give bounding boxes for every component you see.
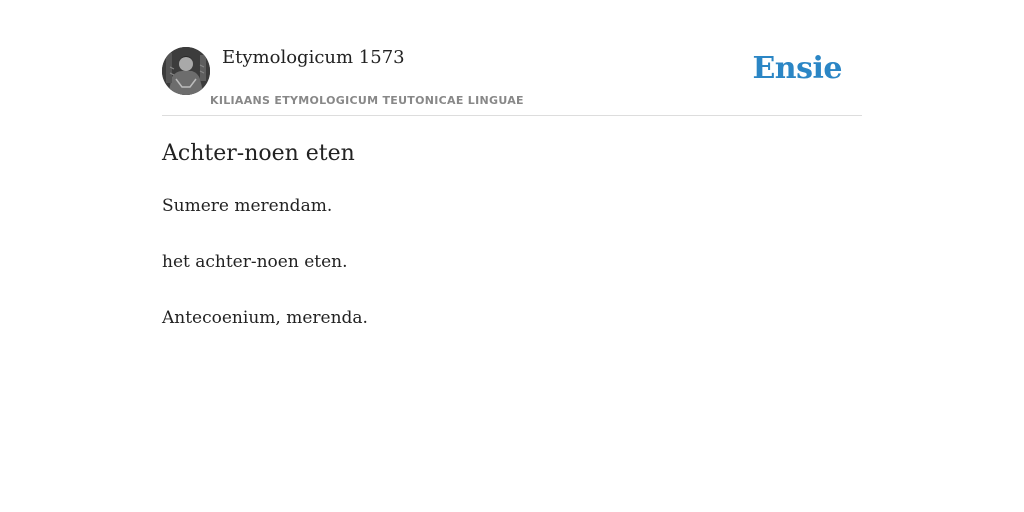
portrait-engraving-icon	[162, 47, 210, 95]
definition-line: Antecoenium, merenda.	[162, 308, 368, 328]
entry-definition: Sumere merendam. het achter-noen eten. A…	[162, 192, 862, 360]
definition-line: Sumere merendam.	[162, 196, 333, 216]
source-subtitle: KILIAANS ETYMOLOGICUM TEUTONICAE LINGUAE	[210, 94, 524, 107]
header: Etymologicum 1573 KILIAANS ETYMOLOGICUM …	[162, 0, 862, 116]
brand-logo-link[interactable]: Ensie	[752, 50, 842, 88]
page: Etymologicum 1573 KILIAANS ETYMOLOGICUM …	[162, 0, 862, 512]
source-avatar[interactable]	[162, 47, 210, 95]
entry-title: Achter-noen eten	[162, 141, 355, 166]
source-title-link[interactable]: Etymologicum 1573	[222, 46, 405, 70]
definition-line: het achter-noen eten.	[162, 252, 348, 272]
